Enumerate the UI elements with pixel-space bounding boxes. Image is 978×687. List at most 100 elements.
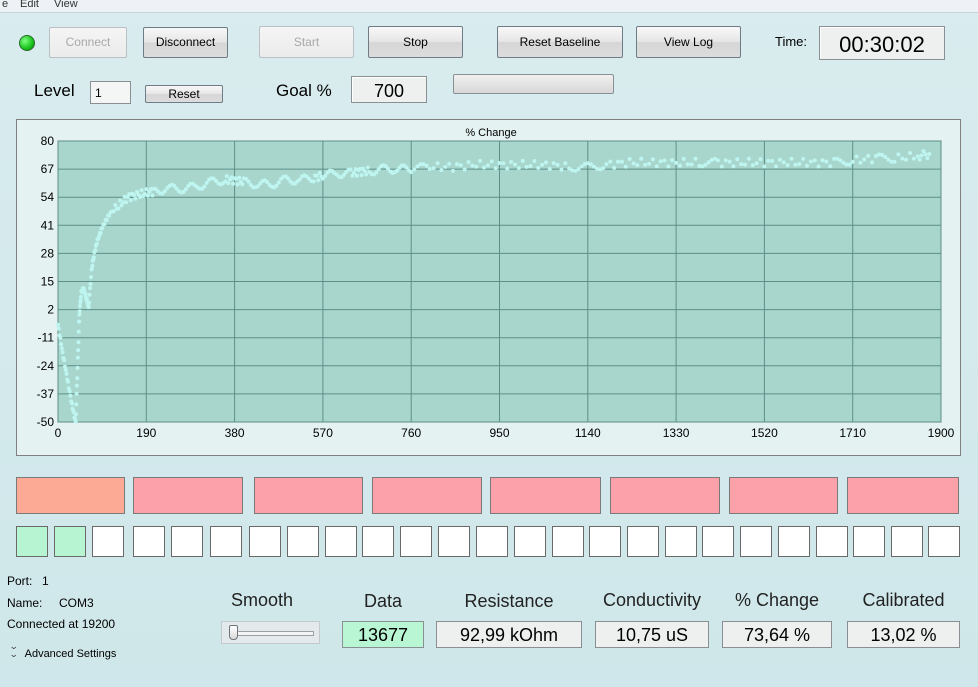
resistance-header: Resistance bbox=[464, 591, 554, 611]
slider-thumb[interactable] bbox=[229, 625, 238, 640]
data-point bbox=[555, 162, 560, 167]
conductivity-readout: 10,75 uS bbox=[595, 621, 709, 648]
data-point bbox=[451, 168, 456, 173]
data-point bbox=[619, 159, 624, 164]
data-point bbox=[627, 157, 632, 162]
data-point bbox=[824, 159, 829, 164]
double-chevron-down-icon: ⌄ ⌄ bbox=[8, 641, 19, 659]
smooth-label: Smooth bbox=[231, 590, 294, 610]
data-point bbox=[923, 152, 928, 157]
data-point bbox=[746, 156, 751, 161]
data-point bbox=[693, 156, 698, 161]
data-point bbox=[131, 192, 136, 197]
level-square bbox=[816, 526, 848, 557]
data-point bbox=[604, 162, 609, 167]
data-point bbox=[439, 168, 444, 173]
y-tick-label: -50 bbox=[37, 415, 55, 429]
percent-change-chart: % Change 0 190 380 570 760 950 1140 1330 1520 171… bbox=[37, 127, 955, 440]
data-point bbox=[670, 158, 675, 163]
view-log-button[interactable]: View Log bbox=[636, 26, 741, 58]
slider-track bbox=[229, 631, 314, 636]
data-point bbox=[854, 154, 859, 159]
data-point bbox=[616, 159, 621, 164]
start-button[interactable]: Start bbox=[259, 26, 354, 58]
data-point bbox=[917, 157, 922, 162]
data-point bbox=[911, 156, 916, 161]
disconnect-button[interactable]: Disconnect bbox=[143, 27, 228, 58]
level-reset-button[interactable]: Reset bbox=[145, 85, 223, 103]
level-square bbox=[627, 526, 659, 557]
time-label: Time: bbox=[775, 34, 808, 49]
level-square bbox=[92, 526, 124, 557]
data-point bbox=[520, 158, 525, 163]
level-square bbox=[362, 526, 394, 557]
data-point bbox=[124, 200, 129, 205]
data-point bbox=[69, 401, 74, 406]
connect-button[interactable]: Connect bbox=[49, 27, 127, 58]
goal-value: 700 bbox=[351, 76, 427, 103]
data-point bbox=[77, 303, 82, 308]
stop-button[interactable]: Stop bbox=[368, 26, 463, 58]
x-axis-ticks: 0 190 380 570 760 950 1140 1330 1520 1710 1900 bbox=[55, 426, 955, 440]
data-point bbox=[812, 158, 817, 163]
data-point bbox=[639, 156, 644, 161]
data-point bbox=[364, 172, 369, 177]
data-point bbox=[576, 167, 581, 172]
data-point bbox=[76, 348, 81, 353]
level-square bbox=[853, 526, 885, 557]
data-point bbox=[797, 161, 802, 166]
data-point bbox=[133, 196, 138, 201]
data-point bbox=[739, 162, 744, 167]
level-square bbox=[171, 526, 203, 557]
y-tick-label: 2 bbox=[47, 303, 54, 317]
level-square bbox=[589, 526, 621, 557]
data-point bbox=[76, 329, 81, 334]
data-point bbox=[501, 161, 506, 166]
data-point bbox=[75, 355, 80, 360]
data-point bbox=[547, 167, 552, 172]
data-point bbox=[689, 162, 694, 167]
level-input[interactable] bbox=[90, 81, 131, 104]
data-point bbox=[915, 154, 920, 159]
level-square bbox=[552, 526, 584, 557]
reset-baseline-button[interactable]: Reset Baseline bbox=[497, 26, 623, 58]
y-axis-ticks: 80 67 54 41 28 15 2 -11 -24 -37 -50 bbox=[37, 134, 55, 429]
data-point bbox=[75, 376, 80, 381]
menu-view[interactable]: View bbox=[54, 0, 78, 10]
x-tick-label: 0 bbox=[55, 426, 62, 440]
data-point bbox=[116, 206, 121, 211]
data-point bbox=[789, 156, 794, 161]
smooth-slider[interactable] bbox=[221, 621, 320, 644]
data-point bbox=[536, 165, 541, 170]
data-point bbox=[274, 183, 279, 188]
data-point bbox=[777, 157, 782, 162]
data-point bbox=[144, 187, 149, 192]
data-point bbox=[762, 164, 767, 169]
level-square bbox=[778, 526, 810, 557]
data-point bbox=[540, 162, 545, 167]
data-point bbox=[608, 159, 613, 164]
data-point bbox=[59, 342, 64, 347]
level-square bbox=[438, 526, 470, 557]
y-tick-label: -37 bbox=[37, 387, 55, 401]
data-point bbox=[246, 179, 251, 184]
data-point bbox=[758, 157, 763, 162]
data-point bbox=[113, 203, 118, 208]
data-point bbox=[58, 335, 63, 340]
level-square bbox=[16, 526, 48, 557]
data-point bbox=[904, 157, 909, 162]
advanced-settings-toggle[interactable]: ⌄ ⌄ Advanced Settings bbox=[8, 641, 116, 661]
data-point bbox=[351, 171, 356, 176]
data-point bbox=[365, 165, 370, 170]
data-point bbox=[454, 162, 459, 167]
percent-change-readout: 73,64 % bbox=[722, 621, 832, 648]
data-point bbox=[866, 153, 871, 158]
data-point bbox=[94, 241, 99, 246]
data-point bbox=[73, 419, 78, 424]
menu-file[interactable]: e bbox=[2, 0, 8, 10]
data-point bbox=[681, 156, 686, 161]
data-point bbox=[754, 161, 759, 166]
data-point bbox=[204, 180, 209, 185]
menu-edit[interactable]: Edit bbox=[20, 0, 39, 10]
data-point bbox=[505, 166, 510, 171]
